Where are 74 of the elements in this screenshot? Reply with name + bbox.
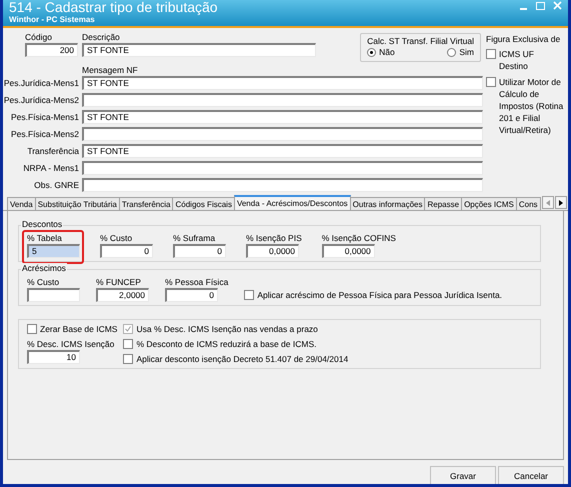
radio-label: Não	[379, 47, 395, 57]
radio-button[interactable]	[447, 48, 456, 56]
group-title: Descontos	[21, 219, 64, 229]
field-label: Pes.Jurídica-Mens1	[4, 78, 79, 88]
tab[interactable]: Opções ICMS	[461, 197, 517, 210]
input-field[interactable]: ST FONTE	[82, 110, 483, 124]
input-field[interactable]	[82, 93, 483, 107]
tab[interactable]: Códigos Fiscais	[172, 197, 235, 210]
input-field[interactable]	[27, 288, 80, 302]
checkbox[interactable]	[123, 354, 134, 364]
checkbox[interactable]	[27, 324, 37, 334]
tab[interactable]: Transferência	[118, 197, 174, 210]
field-label: % Isenção COFINS	[322, 233, 396, 243]
field-label: % Custo	[27, 277, 60, 287]
field-label: % FUNCEP	[96, 277, 141, 287]
field-label: % Isenção PIS	[246, 233, 302, 243]
checkbox-label: % Desconto de ICMS reduzirá a base de ICMS.	[136, 338, 316, 350]
tab[interactable]: Venda - Acréscimos/Descontos	[234, 195, 351, 210]
input-field[interactable]: 0	[165, 288, 218, 302]
radio-button[interactable]	[367, 48, 376, 56]
field-label: Pes.Jurídica-Mens2	[4, 95, 79, 105]
tab[interactable]: Substituição Tributária	[34, 197, 120, 210]
input-field[interactable]: 5	[27, 244, 80, 258]
checkbox[interactable]	[123, 339, 134, 349]
field-label: % Pessoa Física	[165, 277, 228, 287]
group-title: Calc. ST Transf. Filial Virtual	[367, 36, 474, 46]
input-field[interactable]: 2,0000	[96, 288, 149, 302]
field-label: % Tabela	[27, 233, 62, 243]
close-icon[interactable]	[553, 1, 562, 11]
dialog-button[interactable]: Gravar	[430, 466, 496, 484]
checkbox[interactable]	[244, 290, 254, 300]
tab[interactable]: Venda	[7, 197, 36, 210]
input-field[interactable]: 200	[25, 43, 78, 57]
field-label: Mensagem NF	[82, 65, 138, 75]
checkbox-label: Usa % Desc. ICMS Isenção nas vendas a prazo	[136, 323, 318, 335]
field-label: % Desc. ICMS Isenção	[27, 339, 114, 349]
field-label: Descrição	[82, 32, 120, 42]
field-label: Obs. GNRE	[34, 180, 79, 190]
section-label: Figura Exclusiva de	[486, 34, 560, 44]
tab[interactable]: Cons	[516, 197, 541, 210]
field-label: Transferência	[27, 146, 79, 156]
field-label: Pes.Física-Mens2	[10, 129, 79, 139]
input-field[interactable]: 0,0000	[246, 244, 299, 258]
radio-label: Sim	[459, 47, 474, 57]
input-field[interactable]	[82, 178, 483, 192]
tab[interactable]: Outras informações	[350, 197, 426, 210]
field-label: % Suframa	[173, 233, 216, 243]
input-field[interactable]: ST FONTE	[82, 43, 316, 57]
input-field[interactable]: 0	[173, 244, 226, 258]
field-label: Pes.Física-Mens1	[10, 112, 79, 122]
field-label: % Custo	[100, 233, 132, 243]
checkbox-label: Aplicar desconto isenção Decreto 51.407 de 29/04/2014	[136, 353, 348, 365]
checkbox-label: Zerar Base de ICMS	[40, 323, 118, 335]
scroll-right-icon[interactable]	[554, 196, 567, 209]
input-field[interactable]	[82, 161, 483, 175]
checkbox-label: ICMS UF Destino	[499, 48, 535, 72]
dialog-button[interactable]: Cancelar	[498, 466, 564, 484]
group-title: Acréscimos	[21, 263, 67, 273]
input-field[interactable]	[82, 127, 483, 141]
field-label: Código	[25, 32, 52, 42]
checkbox-label: Utilizar Motor de Cálculo de Impostos (Rotina 201 e Filial Virtual/Retira)	[499, 76, 564, 136]
maximize-icon[interactable]	[536, 1, 545, 11]
checkbox-label: Aplicar acréscimo de Pessoa Física para Pessoa Jurídica Isenta.	[257, 289, 502, 301]
window-title: 514 - Cadastrar tipo de tributação	[9, 0, 218, 15]
input-field[interactable]: 0	[100, 244, 153, 258]
checkbox[interactable]	[486, 77, 496, 87]
checkbox[interactable]	[486, 49, 496, 59]
input-field[interactable]: 10	[27, 350, 80, 364]
input-field[interactable]: ST FONTE	[82, 144, 483, 158]
window-subtitle: Winthor - PC Sistemas	[9, 15, 95, 24]
input-field[interactable]: 0,0000	[322, 244, 375, 258]
tab[interactable]: Repasse	[424, 197, 462, 210]
input-field[interactable]: ST FONTE	[82, 76, 483, 90]
field-label: NRPA - Mens1	[23, 163, 79, 173]
